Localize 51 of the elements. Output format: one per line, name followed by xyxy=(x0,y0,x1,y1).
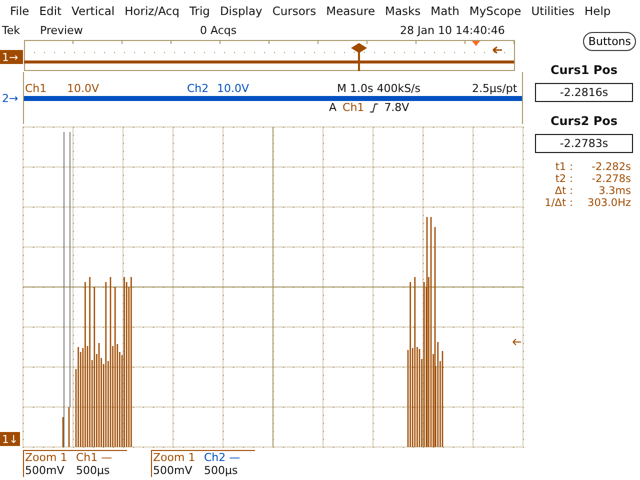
zoom-channel: Ch1 — xyxy=(76,451,114,464)
zoom-time: 500µs xyxy=(204,464,239,477)
zoom-time: 500µs xyxy=(76,464,111,477)
menu-item[interactable]: Help xyxy=(580,4,617,18)
measurement-value: 3.3ms xyxy=(598,185,631,197)
rising-edge-icon xyxy=(370,102,378,112)
menu-item[interactable]: Display xyxy=(216,4,268,18)
buttons-button[interactable]: Buttons xyxy=(583,32,636,51)
zoom-title: Zoom 1 xyxy=(25,451,68,464)
menu-item[interactable]: Edit xyxy=(35,4,68,18)
channel-label: Ch2 xyxy=(187,82,210,95)
trigger-level: 7.8V xyxy=(384,101,410,114)
measurement-label: Δt : xyxy=(554,185,573,197)
measurement-label: 1/Δt : xyxy=(544,197,573,209)
menu-item[interactable]: Math xyxy=(426,4,466,18)
brand-label: Tek xyxy=(1,24,21,36)
channel-marker[interactable]: 1↓ xyxy=(0,432,20,446)
trigger-source: Ch1 xyxy=(342,101,364,114)
menu-item[interactable]: File xyxy=(6,4,36,18)
channel-marker[interactable]: 2→ xyxy=(0,91,23,105)
acquisition-count: 0 Acqs xyxy=(200,24,238,36)
menu-item[interactable]: Cursors xyxy=(268,4,322,18)
channel-scale: 10.0V xyxy=(67,82,100,95)
menu-item[interactable]: Masks xyxy=(381,4,427,18)
mode-label: Preview xyxy=(40,24,84,36)
zoom-title: Zoom 1 xyxy=(153,451,196,464)
menu-item[interactable]: Horiz/Acq xyxy=(120,4,186,18)
menu-item[interactable]: Utilities xyxy=(527,4,580,18)
cursor-label: Curs1 Pos xyxy=(550,63,618,77)
menu-item[interactable]: MyScope xyxy=(465,4,528,18)
cursor-position-field[interactable]: -2.2816s xyxy=(535,83,633,102)
cursor-label: Curs2 Pos xyxy=(550,114,618,128)
trigger-mode: A xyxy=(329,101,337,114)
channel-label: Ch1 xyxy=(25,82,48,95)
menu-item[interactable]: Measure xyxy=(322,4,382,18)
timebase-readout: M 1.0s 400kS/s xyxy=(337,82,422,95)
measurement-label: t2 : xyxy=(554,173,573,185)
cursor-position-field[interactable]: -2.2783s xyxy=(535,134,633,153)
measurement-value: 303.0Hz xyxy=(586,197,631,209)
channel-marker[interactable]: 1→ xyxy=(0,50,23,64)
resolution-readout: 2.5µs/pt xyxy=(472,82,518,95)
date-time: 28 Jan 10 14:40:46 xyxy=(400,24,505,36)
zoom-scale: 500mV xyxy=(153,464,194,477)
channel-scale: 10.0V xyxy=(217,82,250,95)
measurement-value: -2.282s xyxy=(590,161,631,173)
zoom-channel: Ch2 — xyxy=(204,451,242,464)
menu-item[interactable]: Trig xyxy=(185,4,216,18)
measurement-label: t1 : xyxy=(554,161,573,173)
measurement-value: -2.278s xyxy=(590,173,631,185)
menu-item[interactable]: Vertical xyxy=(68,4,121,18)
zoom-scale: 500mV xyxy=(25,464,66,477)
